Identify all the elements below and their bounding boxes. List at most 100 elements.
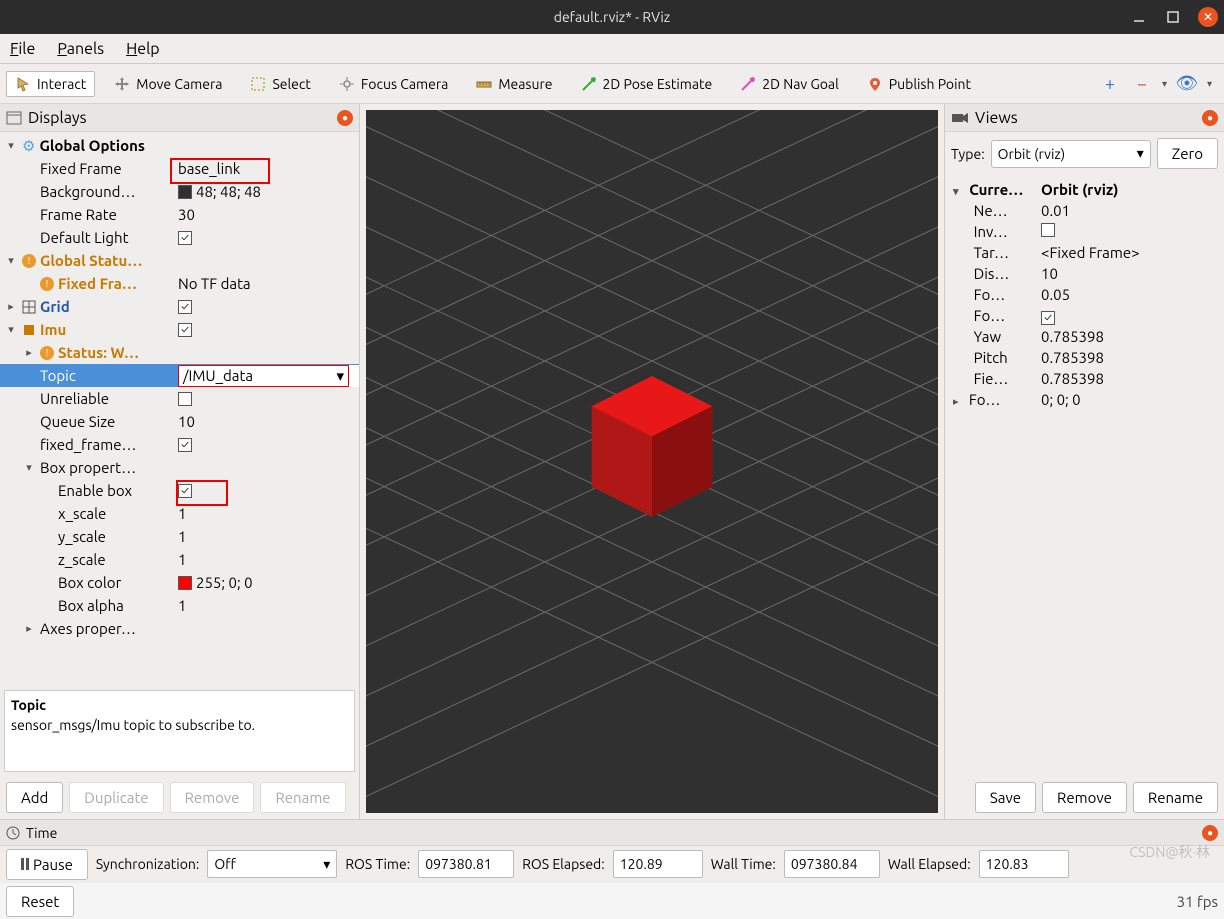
- panel-close-icon[interactable]: ●: [1202, 825, 1218, 841]
- tree-row[interactable]: ▸Grid✓: [0, 295, 359, 318]
- tree-row[interactable]: Unreliable: [0, 387, 359, 410]
- tree-row[interactable]: ▾ Box propert…: [0, 456, 359, 479]
- tree-row[interactable]: fixed_frame…✓: [0, 433, 359, 456]
- tree-row[interactable]: Background…48; 48; 48: [0, 180, 359, 203]
- remove-button[interactable]: Remove: [1042, 782, 1127, 813]
- tree-row[interactable]: ▸!Status: W…: [0, 341, 359, 364]
- tree-row[interactable]: !Fixed Fra…No TF data: [0, 272, 359, 295]
- tool-2d-pose[interactable]: 2D Pose Estimate: [572, 71, 722, 97]
- rename-button[interactable]: Rename: [1133, 782, 1218, 813]
- add-button[interactable]: Add: [6, 782, 63, 813]
- tree-label: Background…: [40, 183, 135, 200]
- views-row[interactable]: Fo…0.05: [945, 284, 1224, 305]
- menu-help[interactable]: Help: [122, 38, 164, 60]
- move-icon: [114, 76, 130, 92]
- expander-icon[interactable]: ▾: [953, 186, 959, 198]
- panel-title: Time: [26, 825, 57, 841]
- close-icon[interactable]: ✕: [1198, 7, 1218, 27]
- tree-row[interactable]: Box alpha1: [0, 594, 359, 617]
- remove-icon[interactable]: −: [1130, 74, 1154, 94]
- checkbox[interactable]: ✓: [178, 231, 192, 245]
- checkbox[interactable]: ✓: [178, 300, 192, 314]
- tree-value: 30: [178, 206, 195, 223]
- tree-label: Box color: [58, 574, 121, 591]
- views-row[interactable]: ▸ Fo…0; 0; 0: [945, 389, 1224, 410]
- tree-row[interactable]: Default Light✓: [0, 226, 359, 249]
- checkbox[interactable]: ✓: [178, 323, 192, 337]
- expander-icon[interactable]: ▸: [22, 346, 36, 359]
- tree-row[interactable]: ▾Imu✓: [0, 318, 359, 341]
- sync-select[interactable]: Off▾: [207, 850, 337, 878]
- grid-icon: [22, 300, 36, 314]
- save-button[interactable]: Save: [975, 782, 1036, 813]
- menu-file[interactable]: File: [6, 38, 39, 60]
- warning-icon: !: [22, 254, 36, 268]
- tool-move-camera[interactable]: Move Camera: [105, 71, 231, 97]
- checkbox[interactable]: ✓: [178, 484, 192, 498]
- eye-icon[interactable]: 👁: [1175, 73, 1199, 94]
- duplicate-button[interactable]: Duplicate: [69, 782, 163, 813]
- reset-button[interactable]: Reset: [6, 886, 74, 917]
- checkbox[interactable]: ✓: [178, 438, 192, 452]
- tree-row[interactable]: ▾!Global Statu…: [0, 249, 359, 272]
- zero-button[interactable]: Zero: [1157, 138, 1218, 169]
- views-row[interactable]: Fo…✓: [945, 305, 1224, 326]
- views-row[interactable]: Pitch0.785398: [945, 347, 1224, 368]
- tree-row[interactable]: z_scale1: [0, 548, 359, 571]
- views-row[interactable]: Yaw0.785398: [945, 326, 1224, 347]
- tree-label: Box propert…: [40, 459, 136, 476]
- panel-close-icon[interactable]: ●: [1202, 110, 1218, 126]
- checkbox[interactable]: [1041, 223, 1055, 237]
- tool-interact[interactable]: Interact: [6, 71, 95, 97]
- wall-elapsed-value: 120.83: [979, 850, 1069, 878]
- views-row[interactable]: Ne…0.01: [945, 200, 1224, 221]
- help-box: Topic sensor_msgs/Imu topic to subscribe…: [4, 690, 355, 772]
- expander-icon[interactable]: ▾: [4, 254, 18, 267]
- tool-publish-point[interactable]: Publish Point: [858, 71, 980, 97]
- warning-icon: !: [40, 277, 54, 291]
- views-row[interactable]: Fie…0.785398: [945, 368, 1224, 389]
- tree-value: 1: [178, 505, 186, 522]
- remove-button[interactable]: Remove: [170, 782, 255, 813]
- tree-value: 1: [178, 551, 186, 568]
- tree-row[interactable]: Fixed Framebase_link: [0, 157, 359, 180]
- tree-row[interactable]: ▸Axes proper…: [0, 617, 359, 640]
- tool-measure[interactable]: Measure: [467, 71, 561, 97]
- expander-icon[interactable]: ▾: [4, 323, 18, 336]
- views-row[interactable]: Tar…<Fixed Frame>: [945, 242, 1224, 263]
- expander-icon[interactable]: ▸: [22, 622, 36, 635]
- tool-2d-nav[interactable]: 2D Nav Goal: [731, 71, 848, 97]
- views-row[interactable]: Dis…10: [945, 263, 1224, 284]
- tree-row[interactable]: Enable box✓: [0, 479, 359, 502]
- view-type-select[interactable]: Orbit (rviz)▾: [991, 140, 1151, 168]
- pause-button[interactable]: Pause: [6, 849, 88, 880]
- add-icon[interactable]: +: [1098, 74, 1122, 94]
- tree-row[interactable]: ▾⚙Global Options: [0, 134, 359, 157]
- chevron-down-icon[interactable]: ▾: [1207, 78, 1212, 90]
- expander-icon[interactable]: ▸: [953, 396, 959, 408]
- menubar: File Panels Help: [0, 34, 1224, 64]
- menu-panels[interactable]: Panels: [53, 38, 108, 60]
- panel-close-icon[interactable]: ●: [337, 110, 353, 126]
- views-row[interactable]: ▾ Curre…Orbit (rviz): [945, 179, 1224, 200]
- checkbox[interactable]: [178, 392, 192, 406]
- tree-row[interactable]: Frame Rate30: [0, 203, 359, 226]
- views-row[interactable]: Inv…: [945, 221, 1224, 242]
- tree-row[interactable]: Box color255; 0; 0: [0, 571, 359, 594]
- checkbox[interactable]: ✓: [1041, 311, 1055, 325]
- expander-icon[interactable]: ▸: [4, 300, 18, 313]
- minimize-icon[interactable]: [1130, 8, 1148, 26]
- tree-row[interactable]: y_scale1: [0, 525, 359, 548]
- tree-row[interactable]: x_scale1: [0, 502, 359, 525]
- expander-icon[interactable]: ▾: [22, 461, 36, 474]
- maximize-icon[interactable]: [1164, 8, 1182, 26]
- topic-select[interactable]: /IMU_data▾: [178, 365, 349, 387]
- tree-row[interactable]: Topic/IMU_data▾: [0, 364, 359, 387]
- tree-row[interactable]: Queue Size10: [0, 410, 359, 433]
- tool-select[interactable]: Select: [241, 71, 319, 97]
- 3d-view-panel[interactable]: [360, 104, 944, 819]
- rename-button[interactable]: Rename: [260, 782, 345, 813]
- expander-icon[interactable]: ▾: [4, 139, 18, 152]
- chevron-down-icon[interactable]: ▾: [1162, 78, 1167, 90]
- tool-focus-camera[interactable]: Focus Camera: [330, 71, 457, 97]
